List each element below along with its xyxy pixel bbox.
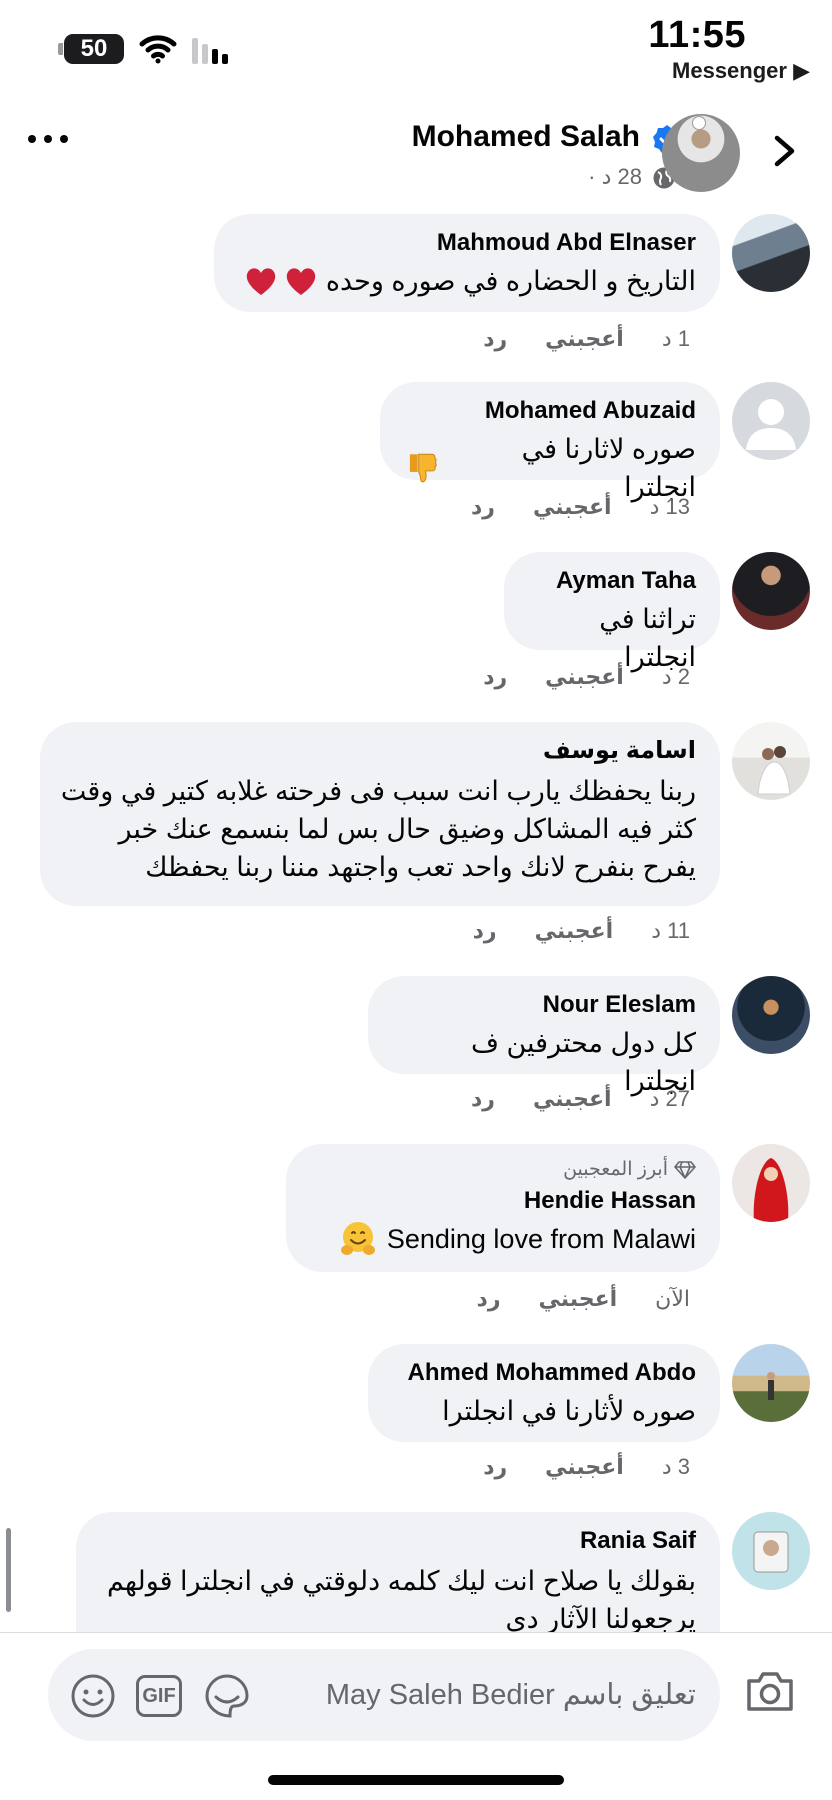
comment-compose-bar: GIF <box>0 1632 832 1800</box>
reply-button[interactable]: رد <box>477 1286 501 1312</box>
like-button[interactable]: أعجبني <box>535 918 614 944</box>
comment-time: 1 د <box>661 326 690 351</box>
comment-bubble: أبرز المعجبين Hendie Hassan Sending love… <box>286 1144 720 1272</box>
comment-author[interactable]: Hendie Hassan <box>310 1186 696 1216</box>
comment-author[interactable]: Mahmoud Abd Elnaser <box>238 228 696 258</box>
heart-icon <box>246 268 316 295</box>
comment-time: 11 د <box>651 918 690 943</box>
comment-author[interactable]: Ahmed Mohammed Abdo <box>392 1358 696 1388</box>
comment-bubble: Mohamed Abuzaid صوره لاثارنا في انجلترا <box>380 382 720 502</box>
like-button[interactable]: أعجبني <box>533 494 612 520</box>
gif-icon[interactable]: GIF <box>136 1675 182 1717</box>
top-fan-badge: أبرز المعجبين <box>310 1158 696 1182</box>
comment-bubble: اسامة يوسف ربنا يحفظك يارب انت سبب فى فر… <box>40 722 720 906</box>
comment-author[interactable]: Nour Eleslam <box>392 990 696 1020</box>
comment-author[interactable]: Mohamed Abuzaid <box>404 396 696 426</box>
camera-icon[interactable] <box>744 1669 796 1713</box>
comment-text: صوره لأثارنا في انجلترا <box>442 1396 696 1426</box>
comment-bubble: Mahmoud Abd Elnaser التاريخ و الحضاره في… <box>214 214 720 312</box>
more-options-button[interactable] <box>28 132 68 146</box>
avatar[interactable] <box>732 552 810 630</box>
comment-text: ربنا يحفظك يارب انت سبب فى فرحته غلابه ك… <box>60 776 696 882</box>
signal-icon <box>192 38 228 64</box>
comment-time: 13 د <box>649 494 690 519</box>
comment-time: الآن <box>655 1286 690 1311</box>
post-time: 28 د · <box>588 164 642 189</box>
comment-actions: 2 د أعجبني رد <box>483 664 690 690</box>
avatar[interactable] <box>732 976 810 1054</box>
comment-time: 2 د <box>661 664 690 689</box>
avatar[interactable] <box>732 382 810 460</box>
like-button[interactable]: أعجبني <box>539 1286 618 1312</box>
reply-button[interactable]: رد <box>483 1454 507 1480</box>
battery-icon: 50 <box>58 34 124 64</box>
avatar[interactable] <box>732 1344 810 1422</box>
clock: 11:55 <box>648 14 746 56</box>
comment-input-container[interactable]: GIF <box>48 1649 720 1741</box>
avatar[interactable] <box>732 214 810 292</box>
like-button[interactable]: أعجبني <box>545 326 624 352</box>
like-button[interactable]: أعجبني <box>545 664 624 690</box>
comment-text: بقولك يا صلاح انت ليك كلمه دلوقتي في انج… <box>107 1566 696 1634</box>
page-name[interactable]: Mohamed Salah <box>412 120 640 154</box>
default-avatar-icon <box>746 399 796 450</box>
comment-actions: الآن أعجبني رد <box>477 1286 690 1312</box>
comment-author[interactable]: اسامة يوسف <box>64 736 696 766</box>
back-to-app-link[interactable]: Messenger ▶ <box>672 58 810 84</box>
comment-text: Sending love from Malawi <box>310 1220 696 1258</box>
comment-text: التاريخ و الحضاره في صوره وحده <box>238 262 696 300</box>
thumbs-down-icon <box>409 453 437 483</box>
page-avatar[interactable] <box>662 114 740 192</box>
chevron-right-icon[interactable] <box>772 134 798 168</box>
reply-button[interactable]: رد <box>483 664 507 690</box>
comment-bubble: Ayman Taha تراثنا في انجلترا <box>504 552 720 672</box>
diamond-icon <box>674 1161 696 1179</box>
comment-bubble: Ahmed Mohammed Abdo صوره لأثارنا في انجل… <box>368 1344 720 1442</box>
reply-button[interactable]: رد <box>473 918 497 944</box>
avatar[interactable] <box>732 1144 810 1222</box>
reply-button[interactable]: رد <box>471 1086 495 1112</box>
reply-button[interactable]: رد <box>471 494 495 520</box>
comment-actions: 27 د أعجبني رد <box>471 1086 690 1112</box>
comment-author[interactable]: Rania Saif <box>100 1526 696 1556</box>
comment-bubble: Rania Saif بقولك يا صلاح انت ليك كلمه دل… <box>76 1512 720 1652</box>
like-button[interactable]: أعجبني <box>533 1086 612 1112</box>
comment-author[interactable]: Ayman Taha <box>528 566 696 596</box>
wifi-icon <box>139 35 177 64</box>
avatar[interactable] <box>732 1512 810 1590</box>
avatar[interactable] <box>732 722 810 800</box>
comment-actions: 13 د أعجبني رد <box>471 494 690 520</box>
sticker-icon[interactable] <box>204 1673 250 1719</box>
home-indicator <box>268 1775 564 1785</box>
like-button[interactable]: أعجبني <box>545 1454 624 1480</box>
scrollbar[interactable] <box>6 1528 11 1612</box>
comment-actions: 3 د أعجبني رد <box>483 1454 690 1480</box>
post-header: Mohamed Salah 28 د · <box>0 96 832 196</box>
comment-actions: 11 د أعجبني رد <box>473 918 690 944</box>
comment-input[interactable] <box>276 1673 696 1717</box>
smiley-icon[interactable] <box>70 1673 116 1719</box>
hugging-face-icon <box>340 1222 375 1255</box>
more-icon <box>28 135 36 143</box>
comment-actions: 1 د أعجبني رد <box>483 326 690 352</box>
battery-level: 50 <box>80 35 108 62</box>
comment-bubble: Nour Eleslam كل دول محترفين ف انجلترا <box>368 976 720 1096</box>
comment-time: 3 د <box>661 1454 690 1479</box>
status-bar: 50 11:55 Messenger ▶ <box>0 0 832 96</box>
reply-button[interactable]: رد <box>483 326 507 352</box>
comment-time: 27 د <box>649 1086 690 1111</box>
